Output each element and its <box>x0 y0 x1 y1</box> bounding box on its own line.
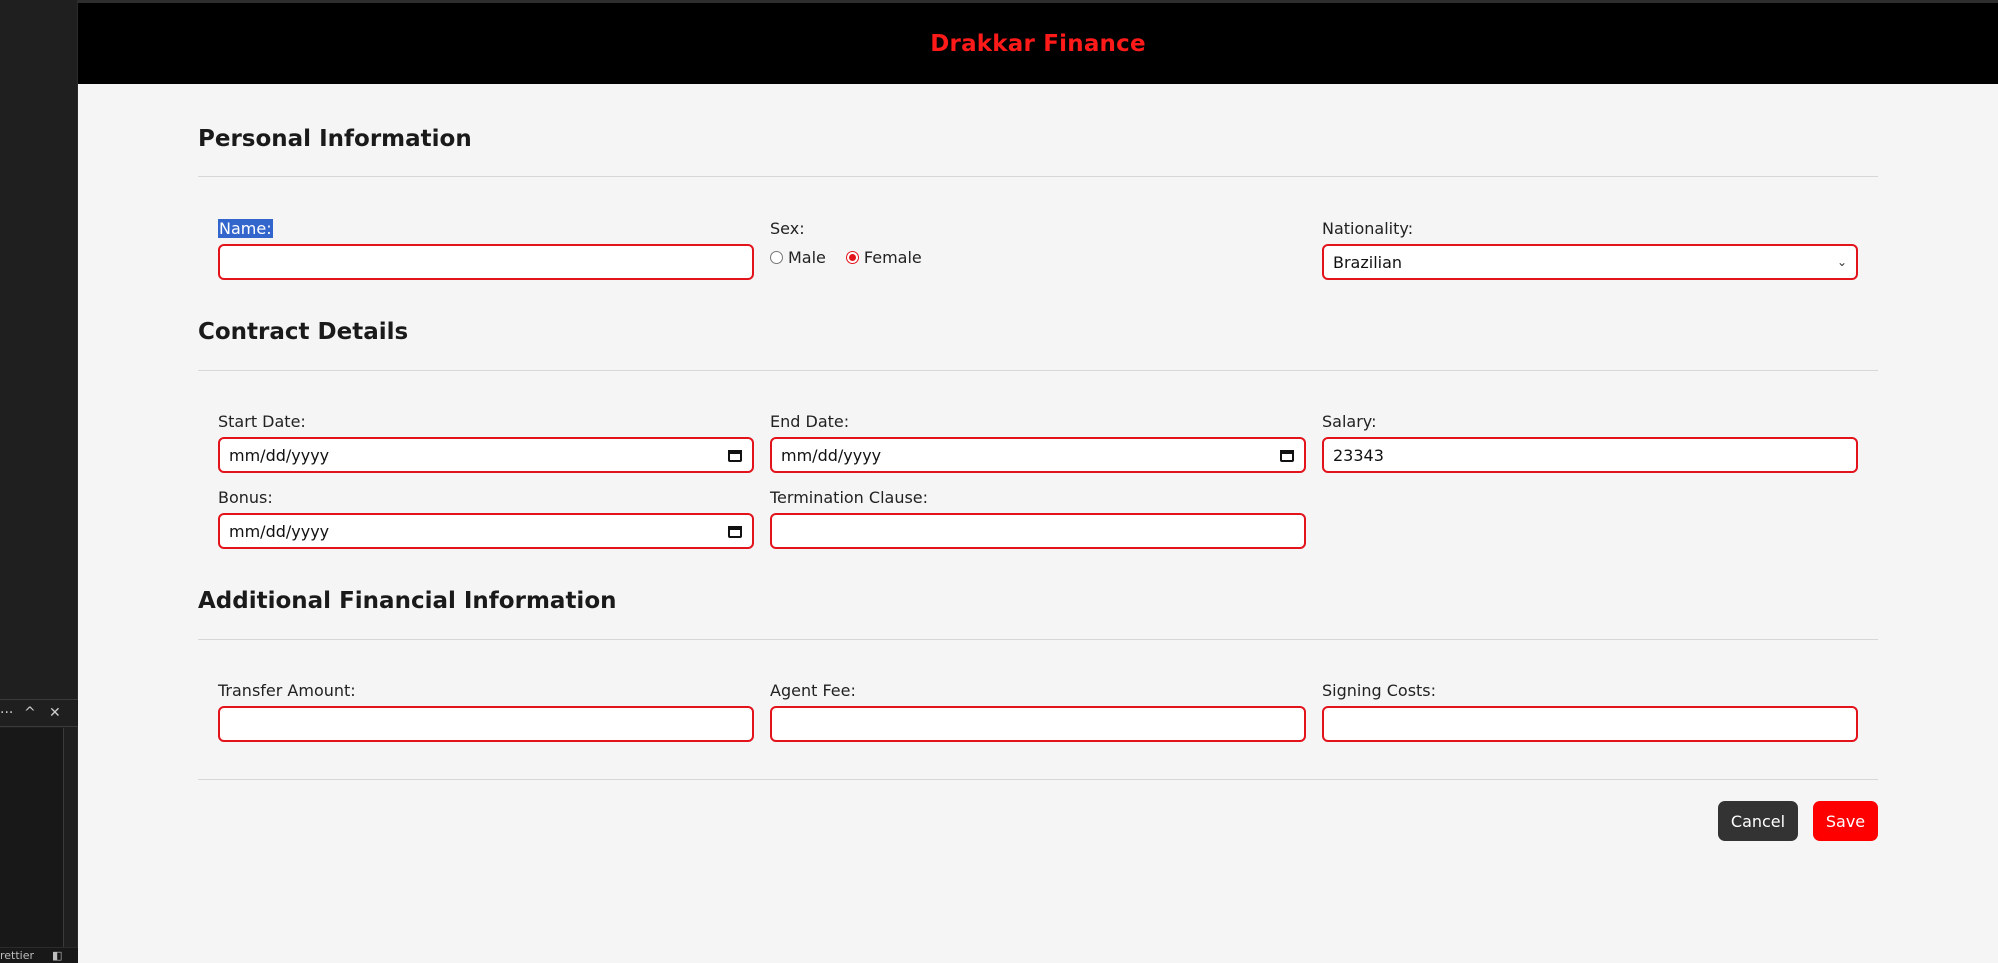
radio-label-female: Female <box>863 248 922 267</box>
screen: ··· ^ ✕ rettier ◧ Drakkar Finance Person… <box>0 0 1998 963</box>
calendar-icon[interactable] <box>1279 447 1295 463</box>
start-date-input[interactable]: mm/dd/yyyy <box>218 437 754 473</box>
close-icon[interactable]: ✕ <box>49 704 61 722</box>
end-date-label: End Date: <box>770 412 850 431</box>
transfer-input[interactable] <box>218 706 754 742</box>
more-icon[interactable]: ··· <box>0 704 13 722</box>
start-date-placeholder: mm/dd/yyyy <box>229 445 330 465</box>
end-date-input[interactable]: mm/dd/yyyy <box>770 437 1306 473</box>
sex-option-female[interactable]: Female <box>845 248 922 267</box>
end-date-field: End Date: mm/dd/yyyy <box>770 412 1306 473</box>
app-window: Drakkar Finance Personal Information Nam… <box>78 3 1998 963</box>
section-title-contract: Contract Details <box>198 319 409 345</box>
start-date-field: Start Date: mm/dd/yyyy <box>218 412 754 473</box>
agent-fee-label: Agent Fee: <box>770 681 856 700</box>
actions-divider <box>198 779 1878 780</box>
termination-field: Termination Clause: <box>770 488 1306 549</box>
sex-field: Sex: Male Female <box>770 219 942 267</box>
signing-costs-input[interactable] <box>1322 706 1858 742</box>
section-title-financial: Additional Financial Information <box>198 588 617 614</box>
app-header: Drakkar Finance <box>78 3 1998 84</box>
nationality-select[interactable]: Brazilian ⌄ <box>1322 244 1858 280</box>
termination-input[interactable] <box>770 513 1306 549</box>
editor-side-strip: ··· ^ ✕ rettier ◧ <box>0 0 78 963</box>
status-text[interactable]: rettier <box>0 949 34 962</box>
name-input[interactable] <box>218 244 754 280</box>
nationality-label: Nationality: <box>1322 219 1414 238</box>
bonus-placeholder: mm/dd/yyyy <box>229 521 330 541</box>
radio-label-male: Male <box>788 248 826 267</box>
sex-radio-group: Male Female <box>770 248 942 267</box>
signing-costs-field: Signing Costs: <box>1322 681 1858 742</box>
sex-option-male[interactable]: Male <box>770 248 826 267</box>
name-field: Name: <box>218 219 754 280</box>
calendar-icon[interactable] <box>727 447 743 463</box>
name-label: Name: <box>218 219 273 238</box>
signing-costs-label: Signing Costs: <box>1322 681 1437 700</box>
editor-panel-bar: ··· ^ ✕ <box>0 699 78 727</box>
sex-label: Sex: <box>770 219 805 238</box>
notification-icon[interactable]: ◧ <box>52 949 62 962</box>
termination-label: Termination Clause: <box>770 488 929 507</box>
chevron-up-icon[interactable]: ^ <box>24 704 36 722</box>
chevron-down-icon: ⌄ <box>1836 255 1847 269</box>
nationality-value: Brazilian <box>1333 252 1403 272</box>
radio-female[interactable] <box>845 251 859 264</box>
salary-field: Salary: <box>1322 412 1858 473</box>
salary-label: Salary: <box>1322 412 1377 431</box>
radio-male[interactable] <box>770 251 783 264</box>
cancel-button[interactable]: Cancel <box>1718 801 1798 841</box>
editor-lower-panel <box>0 728 64 963</box>
start-date-label: Start Date: <box>218 412 306 431</box>
agent-fee-field: Agent Fee: <box>770 681 1306 742</box>
section-divider <box>198 639 1878 640</box>
section-divider <box>198 176 1878 177</box>
calendar-icon[interactable] <box>727 523 743 539</box>
bonus-label: Bonus: <box>218 488 273 507</box>
agent-fee-input[interactable] <box>770 706 1306 742</box>
brand-title: Drakkar Finance <box>930 30 1146 57</box>
transfer-label: Transfer Amount: <box>218 681 356 700</box>
nationality-field: Nationality: Brazilian ⌄ <box>1322 219 1858 280</box>
transfer-field: Transfer Amount: <box>218 681 754 742</box>
save-button[interactable]: Save <box>1813 801 1878 841</box>
section-divider <box>198 370 1878 371</box>
salary-input[interactable] <box>1322 437 1858 473</box>
section-title-personal: Personal Information <box>198 126 472 152</box>
bonus-input[interactable]: mm/dd/yyyy <box>218 513 754 549</box>
end-date-placeholder: mm/dd/yyyy <box>781 445 882 465</box>
bonus-field: Bonus: mm/dd/yyyy <box>218 488 754 549</box>
editor-status-bar: rettier ◧ <box>0 947 78 963</box>
